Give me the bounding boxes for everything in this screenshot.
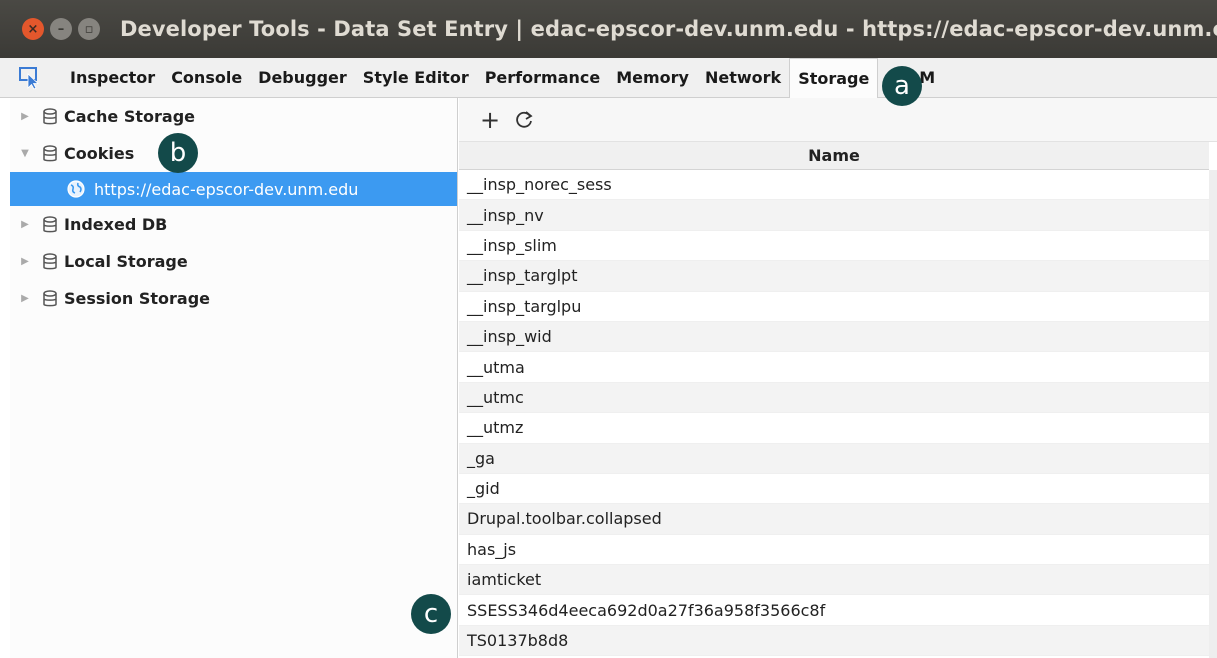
storage-toolbar: + xyxy=(459,98,1217,142)
globe-icon xyxy=(66,179,88,199)
table-row[interactable]: __insp_targlpu xyxy=(459,292,1209,322)
tree-item-cookies[interactable]: ▼ Cookies xyxy=(10,135,457,172)
callout-badge-c: c xyxy=(411,594,451,634)
database-icon xyxy=(36,215,64,234)
expand-arrow-icon[interactable]: ▶ xyxy=(14,219,36,230)
callout-badge-a: a xyxy=(882,66,922,106)
cookie-rows: __insp_norec_sess __insp_nv __insp_slim __i… xyxy=(459,170,1209,657)
window-title: Developer Tools - Data Set Entry | edac-… xyxy=(120,17,1217,41)
table-row[interactable]: __utmz xyxy=(459,413,1209,444)
tree-item-label: Indexed DB xyxy=(64,215,168,234)
database-icon xyxy=(36,252,64,271)
maximize-window-button[interactable]: ▫ xyxy=(78,18,100,40)
add-item-button[interactable]: + xyxy=(473,105,507,135)
table-row[interactable]: TS0137b8d8 xyxy=(459,625,1209,657)
column-header-name[interactable]: Name xyxy=(459,142,1209,170)
table-row[interactable]: __insp_nv xyxy=(459,200,1209,231)
tree-item-label: Session Storage xyxy=(64,289,211,308)
window-controls: × – ▫ xyxy=(22,18,106,40)
cookie-host-label: https://edac-epscor-dev.unm.edu xyxy=(94,179,359,199)
tab-debugger[interactable]: Debugger xyxy=(250,58,355,97)
tree-item-cookie-host[interactable]: https://edac-epscor-dev.unm.edu xyxy=(10,172,457,206)
element-picker-button[interactable] xyxy=(0,58,62,97)
table-row[interactable]: __insp_wid xyxy=(459,321,1209,353)
expand-arrow-icon[interactable]: ▶ xyxy=(14,111,36,122)
database-icon xyxy=(36,289,64,308)
plus-icon: + xyxy=(479,105,501,134)
tree-item-cache-storage[interactable]: ▶ Cache Storage xyxy=(10,98,457,135)
table-row[interactable]: __insp_slim xyxy=(459,231,1209,262)
cookie-table-panel: + Name __insp_norec_sess __insp_nv __insp_… xyxy=(459,98,1217,658)
table-scrollbar[interactable] xyxy=(1209,170,1217,658)
devtools-tabbar: Inspector Console Debugger Style Editor … xyxy=(0,58,1217,98)
tab-style-editor[interactable]: Style Editor xyxy=(355,58,477,97)
tree-item-local-storage[interactable]: ▶ Local Storage xyxy=(10,243,457,280)
expand-arrow-icon[interactable]: ▶ xyxy=(14,256,36,267)
minimize-window-button[interactable]: – xyxy=(50,18,72,40)
tree-item-label: Cookies xyxy=(64,144,135,163)
tree-item-label: Local Storage xyxy=(64,252,188,271)
refresh-button[interactable] xyxy=(507,105,541,135)
tree-item-indexed-db[interactable]: ▶ Indexed DB xyxy=(10,206,457,243)
storage-tree-sidebar: ▶ Cache Storage ▼ Cookies https://edac-e… xyxy=(10,98,458,658)
expand-arrow-icon[interactable]: ▶ xyxy=(14,293,36,304)
table-row[interactable]: Drupal.toolbar.collapsed xyxy=(459,504,1209,535)
tab-inspector[interactable]: Inspector xyxy=(62,58,163,97)
tab-console[interactable]: Console xyxy=(163,58,250,97)
tab-memory[interactable]: Memory xyxy=(608,58,697,97)
collapse-arrow-icon[interactable]: ▼ xyxy=(14,148,36,159)
tab-storage[interactable]: Storage xyxy=(789,58,879,98)
table-row[interactable]: SSESS346d4eeca692d0a27f36a958f3566c8f xyxy=(459,595,1209,626)
table-row[interactable]: _ga xyxy=(459,443,1209,474)
close-window-button[interactable]: × xyxy=(22,18,44,40)
tree-item-session-storage[interactable]: ▶ Session Storage xyxy=(10,280,457,317)
table-row[interactable]: has_js xyxy=(459,535,1209,566)
element-picker-icon xyxy=(19,66,40,90)
table-row[interactable]: __utmc xyxy=(459,382,1209,414)
table-row[interactable]: iamticket xyxy=(459,565,1209,596)
refresh-icon xyxy=(516,110,533,128)
table-row[interactable]: __utma xyxy=(459,352,1209,383)
callout-badge-b: b xyxy=(158,133,198,173)
tab-network[interactable]: Network xyxy=(697,58,789,97)
tree-item-label: Cache Storage xyxy=(64,107,195,126)
window-titlebar: × – ▫ Developer Tools - Data Set Entry |… xyxy=(0,0,1217,58)
tab-performance[interactable]: Performance xyxy=(477,58,609,97)
table-row[interactable]: __insp_targlpt xyxy=(459,261,1209,292)
database-icon xyxy=(36,144,64,163)
table-row[interactable]: _gid xyxy=(459,474,1209,505)
database-icon xyxy=(36,107,64,126)
table-row[interactable]: __insp_norec_sess xyxy=(459,170,1209,201)
